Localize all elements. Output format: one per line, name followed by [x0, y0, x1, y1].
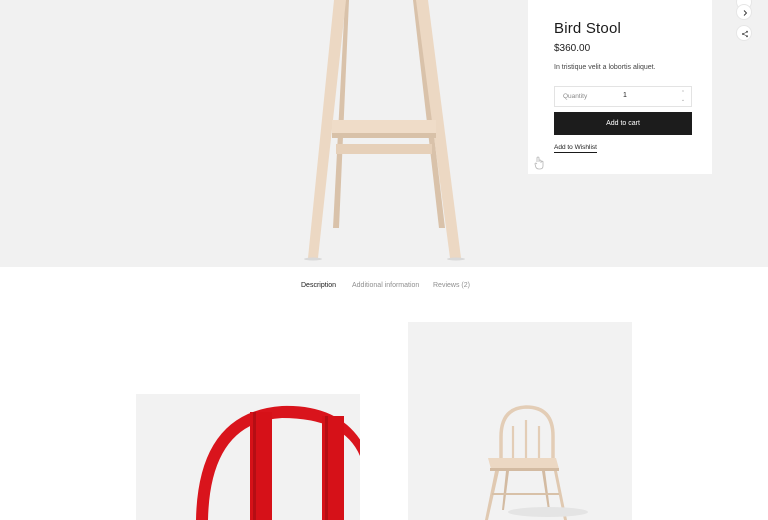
chevron-right-icon — [743, 10, 748, 16]
add-to-wishlist-link[interactable]: Add to Wishlist — [554, 144, 597, 153]
product-summary-card: Bird Stool $360.00 In tristique velit a … — [528, 0, 712, 174]
product-price: $360.00 — [554, 43, 591, 54]
quantity-stepper[interactable]: Quantity ⌃ ⌄ — [554, 86, 692, 107]
gallery-next-button[interactable] — [736, 4, 752, 20]
hand-pointer-icon — [534, 156, 544, 170]
tab-description[interactable]: Description — [301, 282, 336, 289]
share-button[interactable] — [736, 25, 752, 41]
wooden-chair-image — [485, 405, 588, 520]
share-icon — [742, 30, 748, 38]
add-to-cart-button[interactable]: Add to cart — [554, 112, 692, 135]
tab-reviews[interactable]: Reviews (2) — [433, 282, 470, 289]
tab-additional-information[interactable]: Additional information — [352, 282, 419, 289]
red-chair-image — [196, 405, 360, 520]
quantity-input[interactable] — [623, 92, 643, 99]
description-image-wooden-chair — [408, 322, 632, 520]
description-image-red-chair — [136, 394, 360, 520]
chevron-down-icon[interactable]: ⌄ — [679, 97, 687, 103]
product-title: Bird Stool — [554, 20, 622, 37]
quantity-label: Quantity — [563, 93, 588, 100]
chevron-up-icon[interactable]: ⌃ — [679, 90, 687, 96]
product-short-description: In tristique velit a lobortis aliquet. — [554, 64, 656, 71]
product-tabs: Description Additional information Revie… — [0, 282, 768, 294]
